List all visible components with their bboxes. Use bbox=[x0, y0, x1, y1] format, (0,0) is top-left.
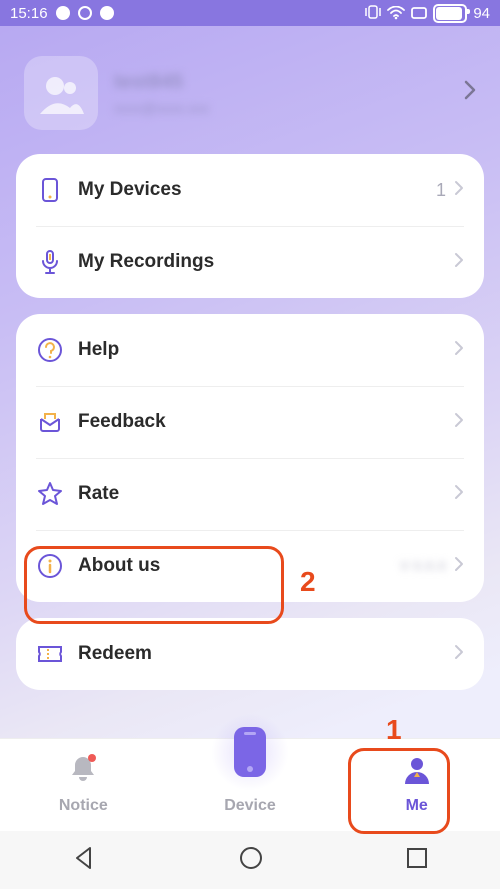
tab-device[interactable]: Device bbox=[167, 739, 334, 831]
tab-me[interactable]: Me bbox=[333, 739, 500, 831]
feedback-icon bbox=[36, 408, 64, 436]
row-label: About us bbox=[78, 555, 160, 577]
tab-notice[interactable]: Notice bbox=[0, 739, 167, 831]
person-icon bbox=[401, 754, 433, 791]
row-label: My Devices bbox=[78, 179, 182, 201]
status-rect-icon bbox=[411, 7, 427, 19]
row-label: My Recordings bbox=[78, 251, 214, 273]
annotation-number-1: 1 bbox=[386, 714, 402, 746]
help-icon bbox=[36, 336, 64, 364]
phone-icon bbox=[234, 727, 266, 777]
devices-icon bbox=[36, 176, 64, 204]
avatar bbox=[24, 56, 98, 130]
system-nav-bar bbox=[0, 831, 500, 889]
row-rate[interactable]: Rate bbox=[16, 458, 484, 530]
device-bubble-icon bbox=[211, 713, 289, 791]
bell-icon bbox=[66, 752, 100, 791]
about-version: v x.x.x bbox=[401, 557, 446, 575]
row-label: Rate bbox=[78, 483, 119, 505]
card-redeem: Redeem bbox=[16, 618, 484, 690]
battery-level: 94 bbox=[473, 5, 490, 22]
chevron-right-icon bbox=[454, 412, 464, 433]
notification-dot-icon bbox=[56, 6, 70, 20]
chevron-right-icon bbox=[454, 556, 464, 577]
row-label: Redeem bbox=[78, 643, 152, 665]
profile-name: test845 bbox=[114, 71, 464, 94]
chevron-right-icon bbox=[454, 180, 464, 201]
chevron-right-icon bbox=[454, 484, 464, 505]
vibrate-icon bbox=[365, 5, 381, 22]
status-person-icon bbox=[100, 6, 114, 20]
row-my-devices[interactable]: My Devices 1 bbox=[16, 154, 484, 226]
profile-email: xxxx@xxxx.xxx bbox=[114, 100, 464, 116]
row-help[interactable]: Help bbox=[16, 314, 484, 386]
info-icon bbox=[36, 552, 64, 580]
recent-button[interactable] bbox=[405, 846, 429, 875]
chevron-right-icon bbox=[464, 80, 476, 106]
battery-icon bbox=[433, 4, 467, 23]
chevron-right-icon bbox=[454, 252, 464, 273]
back-button[interactable] bbox=[71, 845, 97, 876]
card-support: Help Feedback Rate A bbox=[16, 314, 484, 602]
microphone-icon bbox=[36, 248, 64, 276]
chevron-right-icon bbox=[454, 340, 464, 361]
tab-label: Notice bbox=[59, 797, 108, 815]
wifi-icon bbox=[387, 6, 405, 20]
chevron-right-icon bbox=[454, 644, 464, 665]
row-label: Help bbox=[78, 339, 119, 361]
annotation-number-2: 2 bbox=[300, 566, 316, 598]
row-label: Feedback bbox=[78, 411, 166, 433]
tab-label: Device bbox=[224, 797, 276, 815]
card-devices-recordings: My Devices 1 My Recordings bbox=[16, 154, 484, 298]
star-icon bbox=[36, 480, 64, 508]
row-redeem[interactable]: Redeem bbox=[16, 618, 484, 690]
status-circle-icon bbox=[78, 6, 92, 20]
profile-header[interactable]: test845 xxxx@xxxx.xxx bbox=[0, 26, 500, 154]
status-time: 15:16 bbox=[10, 5, 48, 22]
row-about-us[interactable]: About us v x.x.x bbox=[16, 530, 484, 602]
ticket-icon bbox=[36, 640, 64, 668]
home-button[interactable] bbox=[238, 845, 264, 876]
tab-label: Me bbox=[406, 797, 428, 815]
row-my-recordings[interactable]: My Recordings bbox=[16, 226, 484, 298]
status-bar: 15:16 94 bbox=[0, 0, 500, 26]
row-feedback[interactable]: Feedback bbox=[16, 386, 484, 458]
devices-count: 1 bbox=[436, 180, 446, 201]
tab-bar: Notice Device Me bbox=[0, 738, 500, 831]
